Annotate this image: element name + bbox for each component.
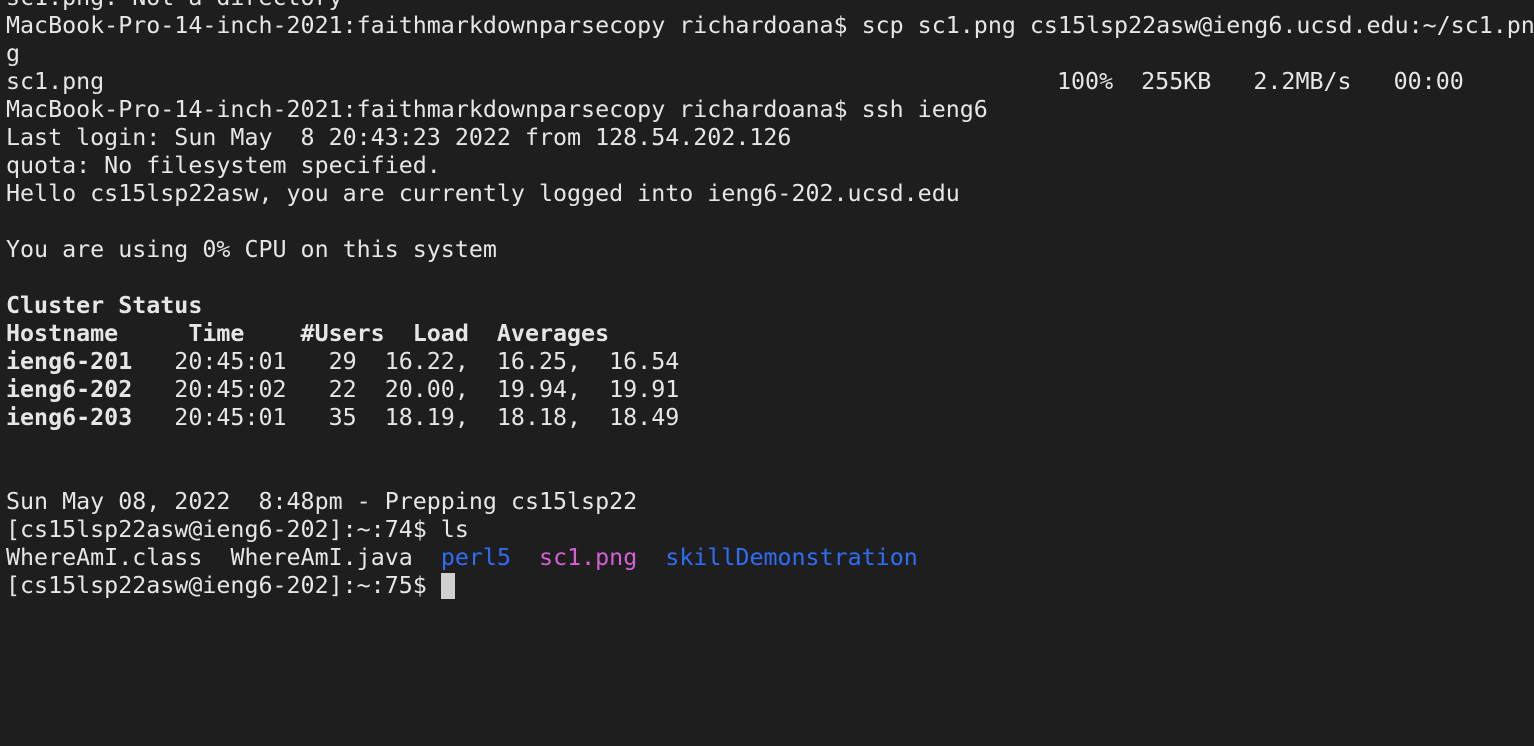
- prep-message-line: Sun May 08, 2022 8:48pm - Prepping cs15l…: [6, 488, 638, 515]
- scp-command-line-wrap: g: [6, 40, 21, 67]
- cluster-row-values: 20:45:02 22 20.00, 19.94, 19.91: [132, 376, 680, 403]
- last-login-line: Last login: Sun May 8 20:43:23 2022 from…: [6, 124, 792, 151]
- cluster-hostname: ieng6-203: [6, 404, 133, 431]
- output-line: sc1.png: Not a directory: [6, 0, 1530, 12]
- ls-image-file: sc1.png: [539, 544, 638, 571]
- scp-command-line: MacBook-Pro-14-inch-2021:faithmarkdownpa…: [6, 12, 1534, 39]
- ls-file: WhereAmI.class: [6, 544, 203, 571]
- cpu-usage-line: You are using 0% CPU on this system: [6, 236, 497, 263]
- current-prompt-line[interactable]: [cs15lsp22asw@ieng6-202]:~:75$: [6, 572, 1530, 600]
- quota-line: quota: No filesystem specified.: [6, 152, 441, 179]
- ls-directory: skillDemonstration: [665, 544, 918, 571]
- cluster-table-row: ieng6-203 20:45:01 35 18.19, 18.18, 18.4…: [6, 404, 1530, 432]
- terminal-output[interactable]: sc1.png: Not a directory MacBook-Pro-14-…: [6, 0, 1534, 600]
- hello-line: Hello cs15lsp22asw, you are currently lo…: [6, 180, 960, 207]
- scp-progress-line: sc1.png 100% 255KB 2.2MB/s 00:00: [6, 68, 1530, 96]
- ls-directory: perl5: [440, 544, 511, 571]
- ls-file: WhereAmI.java: [230, 544, 413, 571]
- cluster-hostname: ieng6-202: [6, 376, 133, 403]
- cluster-status-heading: Cluster Status: [6, 292, 203, 319]
- text-cursor[interactable]: [440, 573, 455, 599]
- cluster-hostname: ieng6-201: [6, 348, 133, 375]
- scp-file-name: sc1.png: [6, 68, 105, 95]
- cluster-row-values: 20:45:01 35 18.19, 18.18, 18.49: [132, 404, 680, 431]
- ls-command-line: [cs15lsp22asw@ieng6-202]:~:74$ ls: [6, 516, 469, 543]
- shell-prompt: [cs15lsp22asw@ieng6-202]:~:75$: [6, 572, 441, 599]
- ls-output-line: WhereAmI.class WhereAmI.java perl5 sc1.p…: [6, 544, 1530, 572]
- cluster-table-row: ieng6-201 20:45:01 29 16.22, 16.25, 16.5…: [6, 348, 1530, 376]
- cluster-row-values: 20:45:01 29 16.22, 16.25, 16.54: [132, 348, 680, 375]
- scp-transfer-stats: 100% 255KB 2.2MB/s 00:00: [1057, 68, 1464, 95]
- cluster-table-row: ieng6-202 20:45:02 22 20.00, 19.94, 19.9…: [6, 376, 1530, 404]
- cluster-table-header: Hostname Time #Users Load Averages: [6, 320, 610, 347]
- ssh-command-line: MacBook-Pro-14-inch-2021:faithmarkdownpa…: [6, 96, 988, 123]
